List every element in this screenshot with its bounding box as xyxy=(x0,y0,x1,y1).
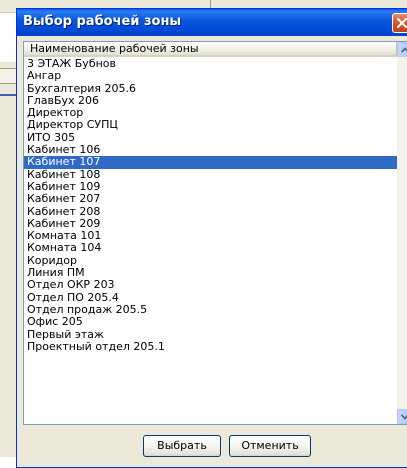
list-item[interactable]: Проектный отдел 205.1 xyxy=(24,340,397,353)
list-item[interactable]: Комната 104 xyxy=(24,242,397,254)
list-item[interactable]: Кабинет 208 xyxy=(24,205,397,218)
list-item[interactable]: Офис 205 xyxy=(24,316,397,328)
close-button[interactable] xyxy=(392,13,407,33)
cancel-button[interactable]: Отменить xyxy=(229,435,311,457)
arrow-up-icon xyxy=(401,47,407,53)
close-icon xyxy=(397,18,407,28)
list-item[interactable]: 3 ЭТАЖ Бубнов xyxy=(24,57,397,70)
select-work-zone-dialog: Выбор рабочей зоны Наименование рабочей … xyxy=(16,8,407,468)
list-item[interactable]: Кабинет 107 xyxy=(24,156,397,169)
scroll-down-button[interactable] xyxy=(397,409,407,424)
list-item[interactable]: Кабинет 207 xyxy=(24,193,397,205)
list-item[interactable]: Первый этаж xyxy=(24,328,397,341)
scroll-up-button[interactable] xyxy=(397,42,407,57)
dialog-titlebar[interactable]: Выбор рабочей зоны xyxy=(17,9,407,36)
select-button[interactable]: Выбрать xyxy=(143,435,221,457)
work-zone-list[interactable]: Наименование рабочей зоны 3 ЭТАЖ Бубнов А… xyxy=(23,41,407,425)
arrow-down-icon xyxy=(401,414,407,420)
list-item[interactable]: Отдел ОКР 203 xyxy=(24,279,397,291)
vertical-scrollbar[interactable] xyxy=(397,42,407,424)
list-column-header[interactable]: Наименование рабочей зоны xyxy=(24,42,397,57)
column-header-label: Наименование рабочей зоны xyxy=(30,42,199,55)
dialog-title: Выбор рабочей зоны xyxy=(23,14,182,29)
list-rows: 3 ЭТАЖ Бубнов Ангар Бухгалтерия 205.6 ГлавБ… xyxy=(24,57,397,353)
list-item[interactable]: Директор СУПЦ xyxy=(24,119,397,131)
list-item[interactable]: Ангар xyxy=(24,70,397,82)
